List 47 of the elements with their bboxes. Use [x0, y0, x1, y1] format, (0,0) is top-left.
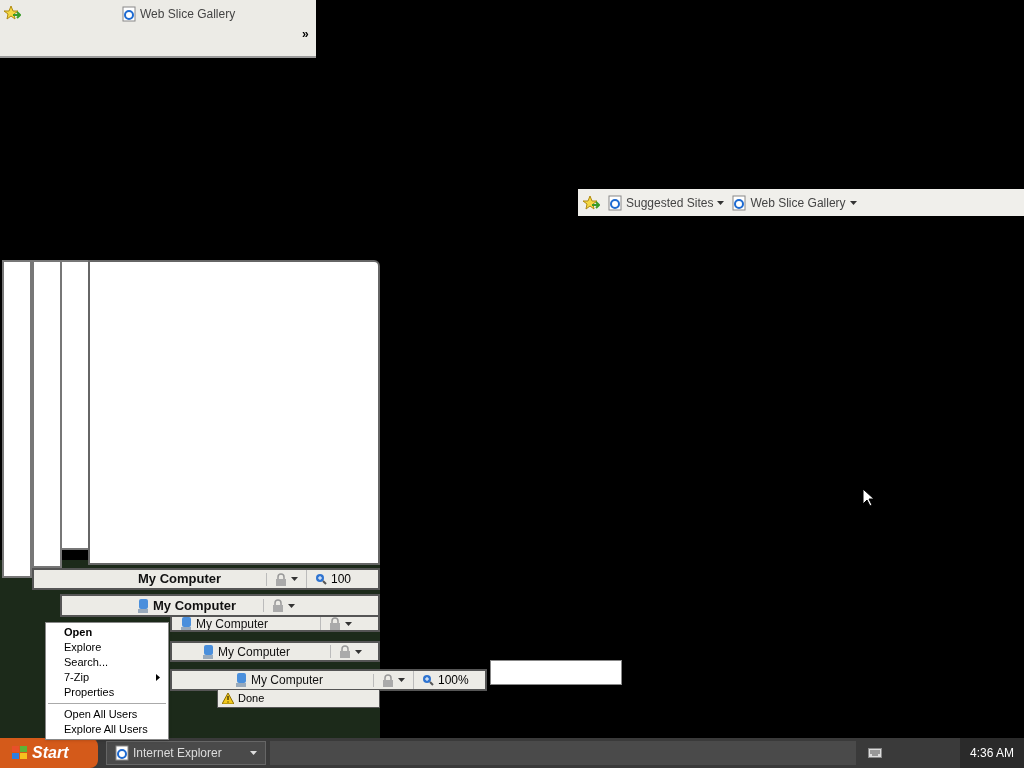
status-text: My Computer — [196, 617, 269, 630]
page-icon — [608, 194, 622, 211]
menu-item[interactable]: 7-Zip — [46, 670, 168, 685]
page-icon — [122, 6, 136, 22]
clock: 4:36 AM — [960, 738, 1024, 768]
status-text: My Computer — [153, 596, 237, 615]
web-slice-link[interactable]: Web Slice Gallery — [140, 5, 236, 23]
zoom-icon — [315, 573, 327, 585]
submenu-arrow-icon — [156, 674, 160, 681]
warning-icon — [222, 693, 234, 704]
dropdown-arrow-icon[interactable] — [355, 649, 362, 654]
add-favorites-icon[interactable] — [3, 5, 21, 21]
computer-icon — [180, 617, 192, 630]
page-icon — [115, 745, 129, 761]
start-button[interactable]: Start — [0, 738, 98, 768]
page-icon — [732, 194, 747, 211]
status-text: My Computer — [138, 570, 222, 588]
more-button[interactable]: » — [302, 25, 309, 43]
menu-item[interactable]: Search... — [46, 655, 168, 670]
keyboard-icon[interactable] — [868, 748, 882, 758]
status-text: My Computer — [218, 643, 291, 660]
taskbar-button[interactable]: Internet Explorer — [106, 741, 266, 765]
mouse-cursor-icon — [862, 488, 874, 507]
dropdown-arrow-icon[interactable] — [849, 200, 857, 205]
dropdown-arrow-icon[interactable] — [288, 603, 295, 608]
dropdown-arrow-icon[interactable] — [398, 678, 405, 682]
menu-item[interactable]: Open — [46, 625, 168, 640]
dropdown-arrow-icon[interactable] — [717, 200, 725, 205]
zoom-level[interactable]: 100% — [438, 671, 469, 689]
menu-item[interactable]: Explore All Users — [46, 722, 168, 737]
status-text: My Computer — [251, 672, 324, 689]
favorites-link[interactable]: Web Slice Gallery — [750, 193, 846, 212]
computer-icon — [137, 597, 149, 614]
dropdown-arrow-icon[interactable] — [345, 621, 352, 626]
menu-item[interactable]: Properties — [46, 685, 168, 700]
zoom-icon — [422, 674, 434, 686]
menu-item[interactable]: Open All Users — [46, 707, 168, 722]
menu-item[interactable]: Explore — [46, 640, 168, 655]
computer-icon — [235, 672, 247, 688]
computer-icon — [202, 643, 214, 660]
dropdown-arrow-icon[interactable] — [291, 577, 298, 581]
zoom-level[interactable]: 100 — [331, 570, 352, 588]
add-favorites-icon[interactable] — [582, 194, 600, 211]
status-text: Done — [238, 691, 265, 707]
windows-logo-icon — [12, 746, 28, 760]
favorites-link[interactable]: Suggested Sites — [626, 193, 714, 212]
dropdown-arrow-icon — [250, 751, 257, 755]
